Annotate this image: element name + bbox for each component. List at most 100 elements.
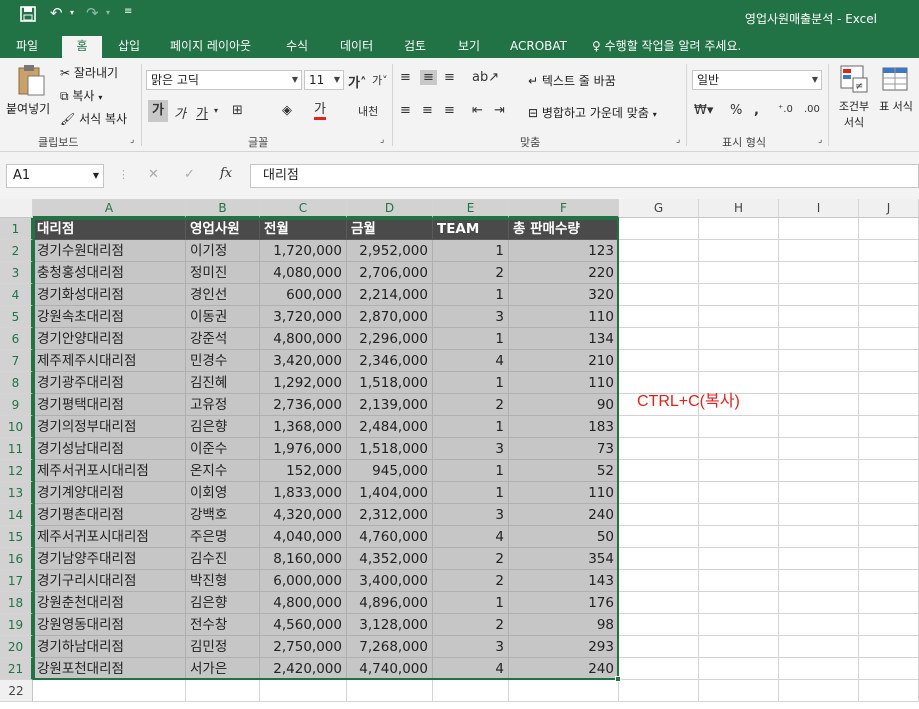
data-cell[interactable]: 4,320,000 <box>260 504 347 526</box>
row-header-13[interactable]: 13 <box>0 482 33 504</box>
decrease-decimal-icon[interactable]: .00 <box>804 104 820 115</box>
data-cell[interactable]: 김수진 <box>186 548 260 570</box>
data-cell[interactable]: 고유정 <box>186 394 260 416</box>
data-cell[interactable]: 2 <box>433 614 509 636</box>
cell[interactable] <box>779 438 859 460</box>
cell[interactable] <box>859 570 919 592</box>
data-cell[interactable]: 민경수 <box>186 350 260 372</box>
select-all-corner[interactable] <box>0 199 33 218</box>
cell[interactable] <box>619 658 699 680</box>
cell[interactable] <box>619 592 699 614</box>
data-cell[interactable]: 2,750,000 <box>260 636 347 658</box>
row-header-21[interactable]: 21 <box>0 658 33 680</box>
header-cell[interactable]: TEAM <box>433 218 509 240</box>
cell[interactable] <box>619 570 699 592</box>
cell[interactable] <box>779 262 859 284</box>
cell[interactable] <box>859 482 919 504</box>
cell[interactable] <box>699 284 779 306</box>
data-cell[interactable]: 정미진 <box>186 262 260 284</box>
data-cell[interactable]: 7,268,000 <box>347 636 433 658</box>
align-bottom-icon[interactable]: ≡ <box>444 70 455 85</box>
dialog-launcher-icon[interactable]: ⌟ <box>676 135 680 145</box>
data-cell[interactable]: 김은향 <box>186 592 260 614</box>
cell[interactable] <box>619 504 699 526</box>
tab-data[interactable]: 데이터 <box>332 36 381 58</box>
decrease-font-icon[interactable]: 가˅ <box>372 72 388 88</box>
data-cell[interactable]: 경기화성대리점 <box>33 284 186 306</box>
align-right-icon[interactable]: ≡ <box>444 103 455 118</box>
data-cell[interactable]: 293 <box>509 636 619 658</box>
data-cell[interactable]: 134 <box>509 328 619 350</box>
cell[interactable] <box>699 570 779 592</box>
cell[interactable] <box>859 658 919 680</box>
row-header-12[interactable]: 12 <box>0 460 33 482</box>
data-cell[interactable]: 2,296,000 <box>347 328 433 350</box>
data-cell[interactable]: 경기안양대리점 <box>33 328 186 350</box>
conditional-format-button[interactable]: ≠ 조건부 서식 <box>834 64 874 134</box>
cell[interactable] <box>699 680 779 702</box>
row-header-8[interactable]: 8 <box>0 372 33 394</box>
cell[interactable] <box>619 482 699 504</box>
bold-icon[interactable]: 가 <box>148 100 168 122</box>
data-cell[interactable]: 354 <box>509 548 619 570</box>
data-cell[interactable]: 600,000 <box>260 284 347 306</box>
data-cell[interactable]: 4,896,000 <box>347 592 433 614</box>
cell[interactable] <box>699 240 779 262</box>
dialog-launcher-icon[interactable]: ⌟ <box>380 135 384 145</box>
cell[interactable] <box>859 416 919 438</box>
data-cell[interactable]: 경기평택대리점 <box>33 394 186 416</box>
cell[interactable] <box>699 636 779 658</box>
merge-center-button[interactable]: ⊟ 병합하고 가운데 맞춤 ▾ <box>528 104 657 121</box>
data-cell[interactable]: 320 <box>509 284 619 306</box>
redo-icon[interactable]: ↷ <box>86 4 99 22</box>
data-cell[interactable]: 4,800,000 <box>260 592 347 614</box>
data-cell[interactable]: 73 <box>509 438 619 460</box>
cell[interactable] <box>619 526 699 548</box>
cell[interactable] <box>779 592 859 614</box>
dialog-launcher-icon[interactable]: ⌟ <box>818 135 822 145</box>
cell[interactable] <box>619 284 699 306</box>
cell[interactable] <box>699 614 779 636</box>
data-cell[interactable]: 2,420,000 <box>260 658 347 680</box>
data-cell[interactable]: 143 <box>509 570 619 592</box>
cell[interactable] <box>779 614 859 636</box>
align-center-icon[interactable]: ≡ <box>422 103 433 118</box>
cell[interactable] <box>699 218 779 240</box>
data-cell[interactable]: 3,128,000 <box>347 614 433 636</box>
data-cell[interactable]: 경기남양주대리점 <box>33 548 186 570</box>
cell[interactable] <box>619 328 699 350</box>
cell[interactable] <box>779 460 859 482</box>
cell[interactable] <box>779 306 859 328</box>
cell[interactable] <box>779 350 859 372</box>
format-as-table-button[interactable]: 표 서식 <box>876 64 916 134</box>
data-cell[interactable]: 1 <box>433 460 509 482</box>
row-header-10[interactable]: 10 <box>0 416 33 438</box>
row-header-16[interactable]: 16 <box>0 548 33 570</box>
header-cell[interactable]: 금월 <box>347 218 433 240</box>
data-cell[interactable]: 1 <box>433 592 509 614</box>
data-cell[interactable]: 경인선 <box>186 284 260 306</box>
data-cell[interactable]: 3,720,000 <box>260 306 347 328</box>
data-cell[interactable]: 경기수원대리점 <box>33 240 186 262</box>
data-cell[interactable]: 1,404,000 <box>347 482 433 504</box>
data-cell[interactable]: 경기의정부대리점 <box>33 416 186 438</box>
data-cell[interactable]: 4,040,000 <box>260 526 347 548</box>
cell[interactable] <box>347 680 433 702</box>
cell[interactable] <box>859 438 919 460</box>
cell[interactable] <box>699 548 779 570</box>
tell-me-box[interactable]: ♀ 수행할 작업을 알려 주세요. <box>592 36 741 56</box>
data-cell[interactable]: 98 <box>509 614 619 636</box>
data-cell[interactable]: 이준수 <box>186 438 260 460</box>
data-cell[interactable]: 1,833,000 <box>260 482 347 504</box>
cell[interactable] <box>699 592 779 614</box>
data-cell[interactable]: 2 <box>433 394 509 416</box>
cell[interactable] <box>619 416 699 438</box>
data-cell[interactable]: 강원영동대리점 <box>33 614 186 636</box>
cell[interactable] <box>779 548 859 570</box>
cell[interactable] <box>619 680 699 702</box>
cell[interactable] <box>859 680 919 702</box>
data-cell[interactable]: 온지수 <box>186 460 260 482</box>
cell[interactable] <box>779 394 859 416</box>
column-header-f[interactable]: F <box>509 199 619 218</box>
number-format-select[interactable]: 일반 ▼ <box>692 70 822 90</box>
